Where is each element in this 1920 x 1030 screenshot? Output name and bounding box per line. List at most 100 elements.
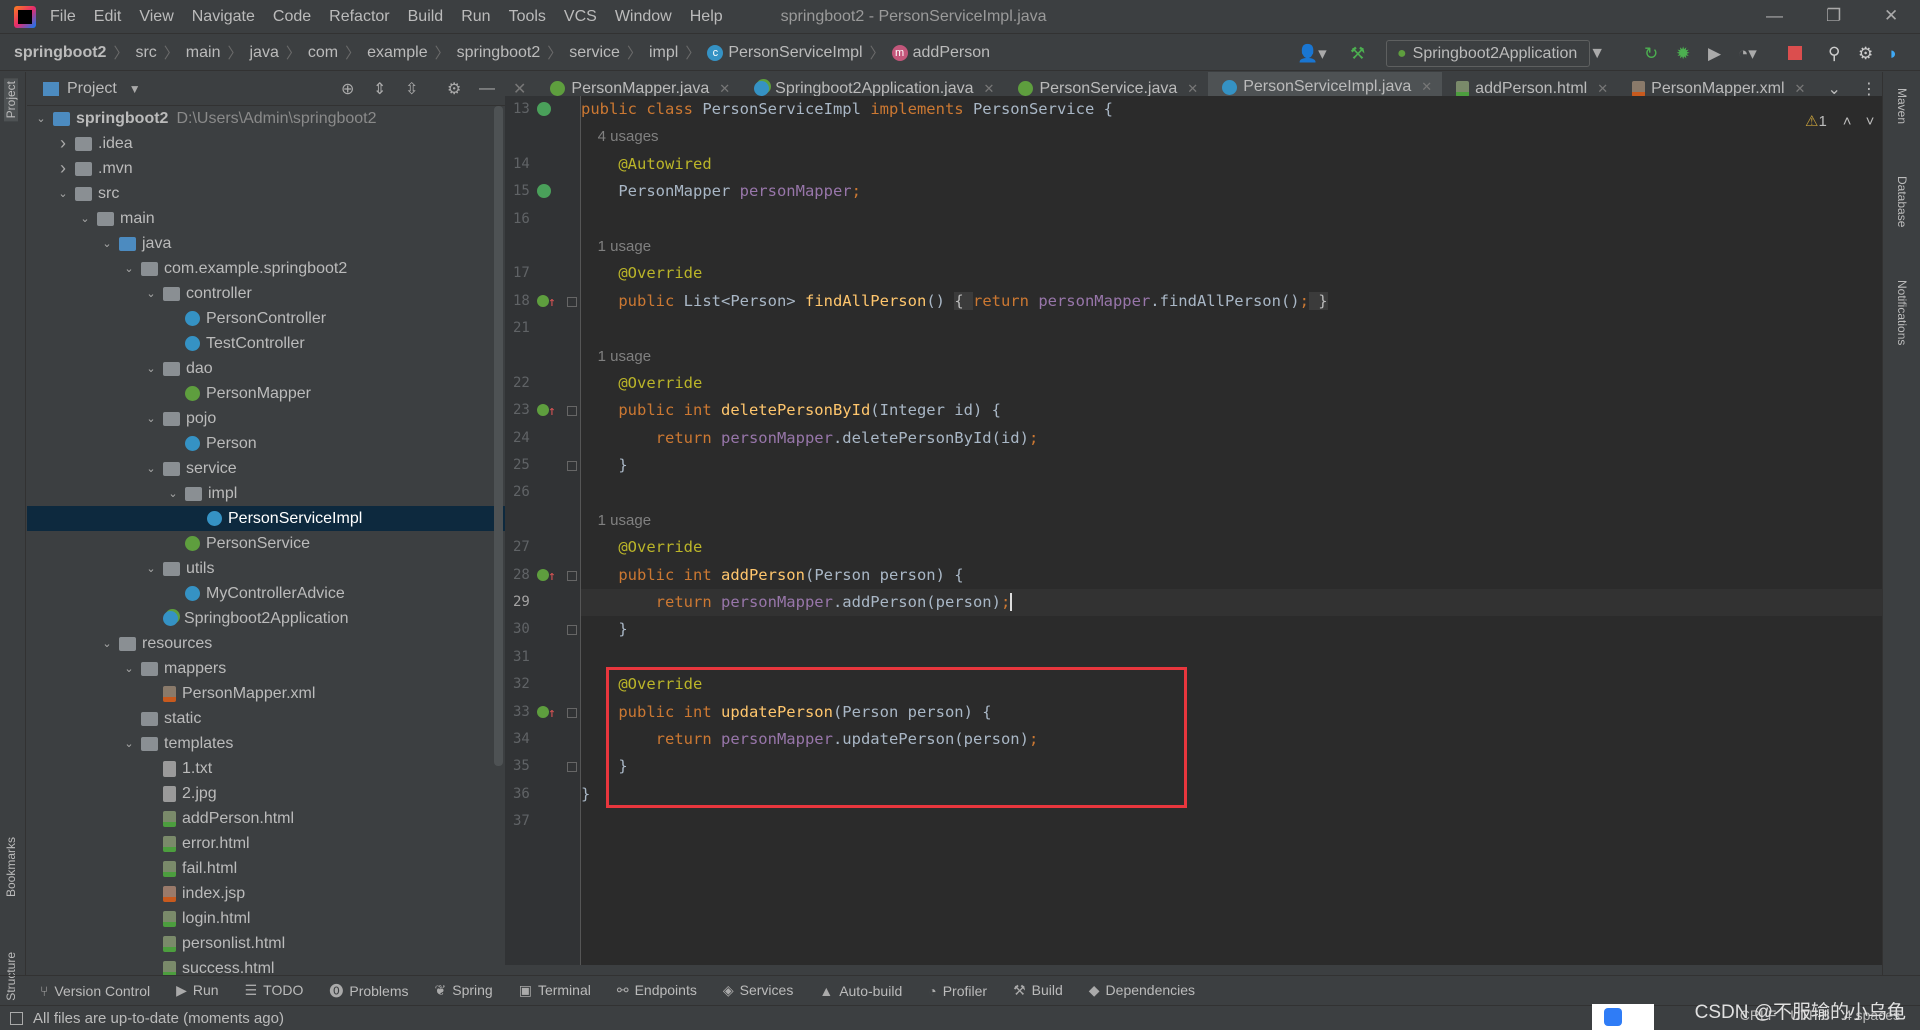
code-line[interactable]: @Autowired — [581, 151, 1882, 178]
chevron-down-icon[interactable]: ⌄ — [143, 362, 159, 375]
maven-stripe-button[interactable]: Maven — [1895, 88, 1909, 124]
toolwindow-services[interactable]: ◈ Services — [723, 982, 793, 999]
spring-bean-icon[interactable] — [537, 102, 551, 116]
tree-item[interactable]: MyControllerAdvice — [27, 581, 505, 606]
chevron-down-icon[interactable]: ⌄ — [121, 737, 137, 750]
chevron-down-icon[interactable]: ⌄ — [33, 112, 49, 125]
code-line[interactable]: @Override — [581, 370, 1882, 397]
menu-tools[interactable]: Tools — [509, 8, 546, 26]
tree-item[interactable]: 1.txt — [27, 756, 505, 781]
spring-bean-icon[interactable] — [537, 184, 551, 199]
tree-item[interactable]: index.jsp — [27, 881, 505, 906]
chevron-down-icon[interactable]: ⌄ — [121, 262, 137, 275]
code-line[interactable]: } — [581, 616, 1882, 643]
toolwindow-spring[interactable]: ❦ Spring — [435, 982, 493, 999]
breadcrumb-item[interactable]: src — [135, 44, 156, 62]
menu-edit[interactable]: Edit — [94, 8, 122, 26]
tree-item[interactable]: ⌄ templates — [27, 731, 505, 756]
chevron-right-icon[interactable]: › — [55, 133, 71, 154]
gear-icon[interactable]: ⚙ — [1858, 44, 1873, 64]
fold-icon[interactable] — [567, 461, 577, 472]
toggle-panels-icon[interactable] — [10, 1011, 23, 1025]
code-line[interactable]: @Override — [581, 260, 1882, 287]
tree-item[interactable]: ⌄ springboot2 D:\Users\Admin\springboot2 — [27, 106, 505, 131]
gear-icon[interactable]: ⚙ — [447, 79, 461, 99]
fold-icon[interactable] — [567, 707, 577, 718]
project-view-select[interactable]: Project — [67, 80, 117, 98]
close-icon[interactable]: ✕ — [984, 81, 995, 97]
toolwindow-auto-build[interactable]: ▲ Auto-build — [819, 983, 902, 999]
toolwindow-version-control[interactable]: ⑂ Version Control — [40, 983, 150, 999]
stop-icon[interactable] — [1788, 46, 1802, 60]
menu-window[interactable]: Window — [615, 8, 672, 26]
minimize-icon[interactable]: — — [1766, 6, 1783, 26]
tree-item[interactable]: PersonController — [27, 306, 505, 331]
menu-vcs[interactable]: VCS — [564, 8, 597, 26]
chevron-down-icon[interactable]: ⌄ — [143, 462, 159, 475]
hide-panel-icon[interactable]: — — [479, 80, 495, 98]
tree-item[interactable]: ⌄ java — [27, 231, 505, 256]
tree-item[interactable]: PersonService — [27, 531, 505, 556]
implements-method-icon[interactable] — [537, 563, 556, 590]
implements-method-icon[interactable] — [537, 289, 556, 316]
tree-item[interactable]: ⌄ com.example.springboot2 — [27, 256, 505, 281]
chevron-down-icon[interactable]: ⌄ — [143, 562, 159, 575]
menu-build[interactable]: Build — [408, 8, 444, 26]
restore-icon[interactable]: ❐ — [1826, 6, 1841, 26]
code-line[interactable]: 4 usages — [581, 123, 1882, 150]
code-line[interactable]: return personMapper.addPerson(person); — [581, 589, 1882, 617]
notifications-stripe-button[interactable]: Notifications — [1895, 280, 1909, 345]
code-line[interactable]: 1 usage — [581, 343, 1882, 370]
implements-method-icon[interactable] — [537, 700, 556, 727]
code-line[interactable]: public List<Person> findAllPerson() { re… — [581, 288, 1882, 315]
close-icon[interactable]: ✕ — [1795, 81, 1806, 97]
tree-item[interactable]: addPerson.html — [27, 806, 505, 831]
tree-item[interactable]: ⌄ resources — [27, 631, 505, 656]
menu-file[interactable]: File — [50, 8, 76, 26]
fold-icon[interactable] — [567, 570, 577, 581]
toolwindow-profiler[interactable]: ◔ Profiler — [928, 983, 987, 999]
chevron-right-icon[interactable]: › — [55, 158, 71, 179]
breadcrumb-item[interactable]: springboot2 — [457, 44, 541, 62]
profile-icon[interactable]: ◔▾ — [1738, 44, 1757, 64]
inspection-widget[interactable]: ⚠1 ˄ ˅ — [1805, 112, 1874, 130]
tree-item[interactable]: ⌄ mappers — [27, 656, 505, 681]
code-line[interactable]: 1 usage — [581, 233, 1882, 260]
chevron-up-icon[interactable]: ˄ — [1843, 113, 1852, 130]
code-line[interactable]: PersonMapper personMapper; — [581, 178, 1882, 205]
tree-item[interactable]: static — [27, 706, 505, 731]
menu-run[interactable]: Run — [461, 8, 490, 26]
chevron-down-icon[interactable]: ⌄ — [143, 412, 159, 425]
toolwindow-terminal[interactable]: ▣ Terminal — [519, 982, 591, 999]
vcs-user-icon[interactable]: 👤▾ — [1297, 44, 1327, 64]
toolwindow-problems[interactable]: ⓿ Problems — [329, 981, 408, 1001]
toolwindow-endpoints[interactable]: ⚯ Endpoints — [617, 982, 697, 999]
code-editor[interactable]: public class PersonServiceImpl implement… — [581, 96, 1882, 965]
tree-item[interactable]: ⌄ pojo — [27, 406, 505, 431]
debug-icon[interactable]: ✹ — [1676, 44, 1690, 64]
tree-item[interactable]: TestController — [27, 331, 505, 356]
menu-refactor[interactable]: Refactor — [329, 8, 389, 26]
close-icon[interactable]: ✕ — [1421, 79, 1432, 95]
fold-icon[interactable] — [567, 625, 577, 636]
menu-help[interactable]: Help — [690, 8, 723, 26]
project-stripe-button[interactable]: Project — [4, 78, 18, 122]
tree-item[interactable]: ⌄ utils — [27, 556, 505, 581]
tree-item[interactable]: › .mvn — [27, 156, 505, 181]
breadcrumb-item[interactable]: impl — [649, 44, 678, 62]
tree-item[interactable]: success.html — [27, 956, 505, 975]
tree-item[interactable]: ⌄ src — [27, 181, 505, 206]
toolwindow-dependencies[interactable]: ◆ Dependencies — [1089, 982, 1195, 999]
breadcrumb-item[interactable]: example — [367, 44, 427, 62]
tree-item[interactable]: › .idea — [27, 131, 505, 156]
code-line[interactable] — [581, 315, 1882, 342]
project-scrollbar[interactable] — [494, 106, 503, 766]
run-configuration-select[interactable]: ● Springboot2Application ▼ — [1386, 40, 1605, 67]
tree-item[interactable]: ⌄ main — [27, 206, 505, 231]
implements-method-icon[interactable] — [537, 398, 556, 426]
chevron-down-icon[interactable]: ⌄ — [143, 287, 159, 300]
fold-icon[interactable] — [567, 406, 577, 417]
tree-item[interactable]: fail.html — [27, 856, 505, 881]
chevron-down-icon[interactable]: ⌄ — [165, 487, 181, 500]
toolwindow-todo[interactable]: ☰ TODO — [245, 982, 304, 999]
